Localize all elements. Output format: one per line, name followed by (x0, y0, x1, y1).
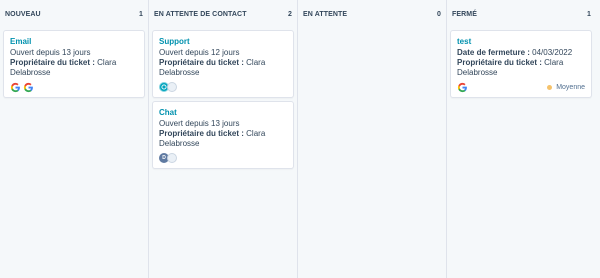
column-en-attente-de-contact: EN ATTENTE DE CONTACT 2 Support Ouvert d… (149, 0, 298, 278)
column-count: 2 (288, 10, 292, 18)
column-count: 1 (587, 10, 591, 18)
card-list: Support Ouvert depuis 12 jours Propriéta… (149, 28, 297, 169)
ticket-owner: Propriétaire du ticket : Clara Delabross… (10, 58, 138, 78)
ticket-board: NOUVEAU 1 Email Ouvert depuis 13 jours P… (0, 0, 600, 278)
priority-badge: Moyenne (547, 84, 585, 91)
column-count: 0 (437, 10, 441, 18)
ticket-owner: Propriétaire du ticket : Clara Delabross… (159, 129, 287, 149)
column-en-attente: EN ATTENTE 0 (298, 0, 447, 278)
column-header[interactable]: NOUVEAU 1 (0, 0, 148, 28)
ticket-title-link[interactable]: Email (10, 37, 138, 47)
ticket-title-link[interactable]: Support (159, 37, 287, 47)
ticket-owner: Propriétaire du ticket : Clara Delabross… (457, 58, 585, 78)
owner-label: Propriétaire du ticket : (457, 58, 542, 67)
card-list: test Date de fermeture : 04/03/2022 Prop… (447, 28, 596, 98)
card-icons: D (159, 152, 287, 164)
column-title: NOUVEAU (5, 10, 41, 18)
ticket-title-link[interactable]: Chat (159, 108, 287, 118)
open-since-text: Ouvert depuis 12 jours (159, 48, 240, 57)
card-footer: Moyenne (457, 81, 585, 93)
open-since-text: Ouvert depuis 13 jours (159, 119, 240, 128)
ticket-card[interactable]: Chat Ouvert depuis 13 jours Propriétaire… (152, 101, 294, 169)
column-header[interactable]: EN ATTENTE DE CONTACT 2 (149, 0, 297, 28)
column-header[interactable]: FERMÉ 1 (447, 0, 596, 28)
ticket-card[interactable]: test Date de fermeture : 04/03/2022 Prop… (450, 30, 592, 98)
priority-label: Moyenne (556, 83, 585, 91)
priority-dot-icon (547, 84, 553, 90)
close-date-label: Date de fermeture : (457, 48, 530, 57)
column-header[interactable]: EN ATTENTE 0 (298, 0, 446, 28)
card-list (298, 28, 446, 30)
avatar-icon[interactable] (167, 153, 177, 163)
column-title: EN ATTENTE DE CONTACT (154, 10, 247, 18)
google-icon[interactable] (457, 82, 468, 93)
column-nouveau: NOUVEAU 1 Email Ouvert depuis 13 jours P… (0, 0, 149, 278)
google-icon[interactable] (23, 82, 34, 93)
card-icons (10, 81, 138, 93)
google-icon[interactable] (10, 82, 21, 93)
column-title: FERMÉ (452, 10, 477, 18)
column-count: 1 (139, 10, 143, 18)
ticket-card[interactable]: Email Ouvert depuis 13 jours Propriétair… (3, 30, 145, 98)
close-date: Date de fermeture : 04/03/2022 (457, 48, 585, 58)
owner-label: Propriétaire du ticket : (159, 129, 244, 138)
column-ferme: FERMÉ 1 test Date de fermeture : 04/03/2… (447, 0, 596, 278)
ticket-title-link[interactable]: test (457, 37, 585, 47)
open-since-text: Ouvert depuis 13 jours (10, 48, 91, 57)
close-date-value: 04/03/2022 (532, 48, 573, 57)
card-list: Email Ouvert depuis 13 jours Propriétair… (0, 28, 148, 98)
ticket-card[interactable]: Support Ouvert depuis 12 jours Propriéta… (152, 30, 294, 98)
avatar-icon[interactable] (167, 82, 177, 92)
owner-label: Propriétaire du ticket : (159, 58, 244, 67)
owner-label: Propriétaire du ticket : (10, 58, 95, 67)
column-title: EN ATTENTE (303, 10, 348, 18)
card-icons (159, 81, 287, 93)
ticket-owner: Propriétaire du ticket : Clara Delabross… (159, 58, 287, 78)
